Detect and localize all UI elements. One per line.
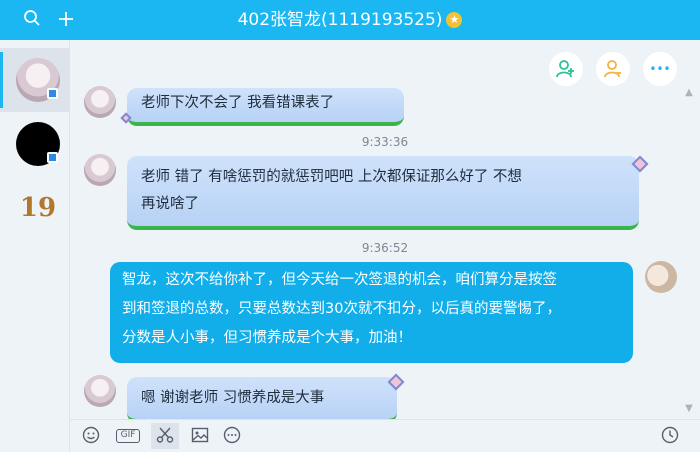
message-timestamp: 9:33:36 xyxy=(361,135,409,149)
scissors-icon[interactable] xyxy=(151,423,179,449)
scroll-up-icon[interactable]: ▲ xyxy=(684,88,694,98)
message-timestamp: 9:36:52 xyxy=(361,241,409,255)
star-icon: ★ xyxy=(446,12,463,28)
message-bubble-incoming: 嗯 谢谢老师 习惯养成是大事 xyxy=(127,377,397,419)
chat-actions: ••• xyxy=(549,52,677,86)
message-avatar[interactable] xyxy=(84,375,116,407)
conversation-sidebar: 19 xyxy=(0,40,70,452)
title-bar: 402张智龙(1119193525) ★ xyxy=(0,0,700,40)
avatar-19: 19 xyxy=(19,193,57,223)
message-bubble-outgoing: 智龙，这次不给你补了，但今天给一次签退的机会，咱们算分是按签 到和签退的总数，只… xyxy=(110,262,633,363)
message-bubble-incoming: 老师 错了 有啥惩罚的就惩罚吧吧 上次都保证那么好了 不想 再说啥了 xyxy=(127,156,639,230)
chat-title-text: 402张智龙(1119193525) xyxy=(237,10,443,30)
gif-icon[interactable]: GIF xyxy=(116,429,140,443)
chat-panel: ••• ▲ ▼ 老师下次不会了 我看错课表了 9:33:36 老师 错了 有啥惩… xyxy=(70,40,700,419)
online-status-icon xyxy=(47,152,58,163)
message-avatar[interactable] xyxy=(84,86,116,118)
more-icon: ••• xyxy=(649,62,671,76)
message-text-line: 到和签退的总数，只要总数达到30次就不扣分，以后真的要警惕了， xyxy=(122,301,561,317)
add-member-button[interactable] xyxy=(549,52,583,86)
message-avatar[interactable] xyxy=(84,154,116,186)
online-status-icon xyxy=(47,88,58,99)
message-bubble-incoming: 老师下次不会了 我看错课表了 xyxy=(127,88,404,126)
sidebar-item-black-contact[interactable] xyxy=(0,112,70,176)
sidebar-item-19-contact[interactable]: 19 xyxy=(0,176,70,240)
message-text: 嗯 谢谢老师 习惯养成是大事 xyxy=(141,390,325,406)
group-chat-button[interactable] xyxy=(596,52,630,86)
message-text-line: 智龙，这次不给你补了，但今天给一次签退的机会，咱们算分是按签 xyxy=(122,272,557,288)
input-toolbar: GIF xyxy=(70,419,700,452)
scroll-down-icon[interactable]: ▼ xyxy=(684,404,694,414)
emoji-icon[interactable] xyxy=(81,426,101,446)
message-text: 老师下次不会了 我看错课表了 xyxy=(141,95,335,111)
more-options-button[interactable]: ••• xyxy=(643,52,677,86)
image-icon[interactable] xyxy=(190,426,210,446)
message-text-line: 老师 错了 有啥惩罚的就惩罚吧吧 上次都保证那么好了 不想 xyxy=(141,169,522,185)
message-text-line: 分数是人小事，但习惯养成是个大事，加油！ xyxy=(122,330,412,346)
history-icon[interactable] xyxy=(660,426,680,446)
more-icon[interactable] xyxy=(222,426,242,446)
chat-title: 402张智龙(1119193525) ★ xyxy=(0,0,700,40)
message-text-line: 再说啥了 xyxy=(141,196,199,212)
self-avatar[interactable] xyxy=(645,261,677,293)
sidebar-item-anime-contact[interactable] xyxy=(0,48,70,112)
